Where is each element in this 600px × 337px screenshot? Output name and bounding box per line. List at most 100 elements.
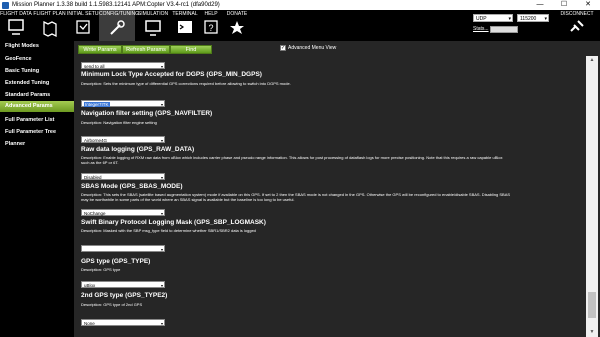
terminal-icon: [178, 21, 192, 33]
chevron-down-icon: ▾: [160, 321, 163, 326]
param-description: Description: Masked with the SBP msg_typ…: [81, 228, 256, 233]
baud-select[interactable]: 115200 ▾: [517, 14, 549, 22]
param-name: Raw data logging (GPS_RAW_DATA): [81, 146, 195, 153]
chevron-down-icon: ▾: [160, 175, 163, 180]
param-value: NoChange: [84, 211, 106, 216]
app-icon: [2, 1, 9, 9]
initial-setup-icon: [76, 20, 90, 34]
disconnect-button[interactable]: DISCONNECT: [554, 11, 600, 41]
simulation-icon: [145, 20, 161, 36]
param-value-select[interactable]: None ▾: [81, 319, 165, 326]
refresh-params-button[interactable]: Refresh Params: [122, 45, 170, 54]
flight-plan-label: FLIGHT PLAN: [33, 11, 66, 17]
param-description: Description: Sets the minimum type of di…: [81, 81, 291, 86]
chevron-down-icon: ▾: [160, 247, 163, 252]
mission-planner-window: Mission Planner 1.3.38 build 1.1.5983.12…: [0, 0, 600, 337]
chevron-down-icon: ▾: [160, 102, 163, 107]
param-name: 2nd GPS type (GPS_TYPE2): [81, 292, 168, 299]
chevron-down-icon: ▾: [508, 16, 511, 22]
main-toolbar: FLIGHT DATA FLIGHT PLAN INITIAL SETUP CO…: [0, 10, 600, 41]
config-sidebar: Flight Modes GeoFence Basic Tuning Exten…: [0, 41, 74, 337]
config-tuning-button[interactable]: CONFIG/TUNING: [99, 10, 139, 41]
flight-data-label: FLIGHT DATA: [0, 11, 32, 17]
find-button[interactable]: Find: [170, 45, 212, 54]
help-button[interactable]: HELP ?: [201, 10, 221, 41]
sidebar-item-full-parameter-list[interactable]: Full Parameter List: [0, 115, 74, 126]
write-params-button[interactable]: Write Params: [78, 45, 122, 54]
sidebar-item-basic-tuning[interactable]: Basic Tuning: [0, 66, 74, 77]
simulation-button[interactable]: SIMULATION: [137, 10, 169, 41]
sidebar-item-planner[interactable]: Planner: [0, 139, 74, 150]
chevron-down-icon: ▾: [544, 16, 547, 22]
help-label: HELP: [204, 11, 218, 17]
checkmark-icon: ✓: [281, 45, 286, 51]
param-value-select[interactable]: uBlox ▾: [81, 281, 165, 288]
chevron-down-icon: ▾: [160, 138, 163, 143]
param-value-select[interactable]: Airborne4G ▾: [81, 136, 165, 143]
param-name: Swift Binary Protocol Logging Mask (GPS_…: [81, 219, 266, 226]
chevron-down-icon: ▾: [160, 211, 163, 216]
plug-icon: [570, 20, 584, 32]
param-value: uBlox: [84, 283, 96, 288]
chevron-down-icon: ▾: [160, 64, 163, 69]
help-icon: ?: [204, 20, 218, 34]
donate-label: DONATE: [226, 11, 248, 17]
port-value: UDP: [476, 16, 487, 22]
sidebar-item-flight-modes[interactable]: Flight Modes: [0, 41, 74, 52]
window-title: Mission Planner 1.3.38 build 1.1.5983.12…: [12, 2, 220, 8]
svg-text:?: ?: [208, 23, 213, 33]
baud-value: 115200: [520, 16, 537, 22]
scroll-down-icon[interactable]: ▼: [586, 328, 598, 337]
donate-button[interactable]: DONATE: [225, 10, 249, 41]
advanced-params-panel: Write Params Refresh Params Find ✓ Advan…: [74, 41, 600, 337]
flight-plan-button[interactable]: FLIGHT PLAN: [33, 10, 66, 41]
advanced-menu-view-label: Advanced Menu View: [288, 45, 337, 51]
param-value-select[interactable]: NoChange ▾: [81, 209, 165, 216]
param-list: send to all ▾ Minimum Lock Type Accepted …: [77, 56, 586, 337]
param-value: send to all: [84, 64, 105, 69]
title-bar: Mission Planner 1.3.38 build 1.1.5983.12…: [0, 0, 600, 10]
param-name: Navigation filter setting (GPS_NAVFILTER…: [81, 110, 213, 117]
param-description: Description: This sets the SBAS (satelli…: [81, 192, 511, 202]
chevron-down-icon: ▾: [160, 283, 163, 288]
config-tuning-label: CONFIG/TUNING: [99, 11, 139, 17]
param-value-select[interactable]: ▾: [81, 245, 165, 252]
port-select[interactable]: UDP ▾: [473, 14, 513, 22]
flight-data-button[interactable]: FLIGHT DATA: [0, 10, 32, 41]
config-tuning-icon: [110, 20, 125, 35]
initial-setup-label: INITIAL SETUP: [67, 11, 102, 17]
close-button[interactable]: ✕: [576, 0, 600, 10]
sidebar-item-full-parameter-tree[interactable]: Full Parameter Tree: [0, 127, 74, 138]
minimize-button[interactable]: —: [528, 0, 552, 10]
terminal-label: TERMINAL: [172, 11, 198, 17]
terminal-button[interactable]: TERMINAL: [170, 10, 200, 41]
scrollbar-thumb[interactable]: [588, 292, 596, 318]
flight-plan-icon: [42, 20, 57, 38]
sidebar-item-advanced-params[interactable]: Advanced Params: [0, 101, 74, 112]
maximize-button[interactable]: ☐: [552, 0, 576, 10]
param-description: Description: GPS type of 2nd GPS: [81, 302, 143, 307]
param-value: Airborne4G: [84, 138, 108, 143]
initial-setup-button[interactable]: INITIAL SETUP: [67, 10, 102, 41]
param-value-select[interactable]: send to all ▾: [81, 62, 165, 69]
flight-data-icon: [8, 19, 24, 35]
advanced-menu-view-checkbox[interactable]: ✓: [280, 45, 286, 51]
simulation-label: SIMULATION: [137, 11, 169, 17]
sidebar-item-standard-params[interactable]: Standard Params: [0, 90, 74, 101]
param-description: Description: GPS type: [81, 267, 121, 272]
donate-icon: [230, 21, 244, 34]
sidebar-item-extended-tuning[interactable]: Extended Tuning: [0, 78, 74, 89]
param-description: Description: Navigation filter engine se…: [81, 120, 157, 125]
sidebar-item-geofence[interactable]: GeoFence: [0, 54, 74, 65]
param-value: Integer7ITK: [84, 102, 110, 107]
param-description: Description: Enable logging of RXM raw d…: [81, 155, 503, 165]
param-list-scrollbar[interactable]: ▲ ▼: [586, 56, 598, 337]
param-value-select[interactable]: Integer7ITK ▾: [81, 100, 165, 107]
scroll-up-icon[interactable]: ▲: [586, 56, 598, 65]
param-name: SBAS Mode (GPS_SBAS_MODE): [81, 183, 183, 190]
param-value: None: [84, 321, 95, 326]
param-name: GPS type (GPS_TYPE): [81, 258, 151, 265]
param-value: Disabled: [84, 175, 102, 180]
param-value-select[interactable]: Disabled ▾: [81, 173, 165, 180]
stats-link[interactable]: Stats...: [473, 26, 489, 32]
